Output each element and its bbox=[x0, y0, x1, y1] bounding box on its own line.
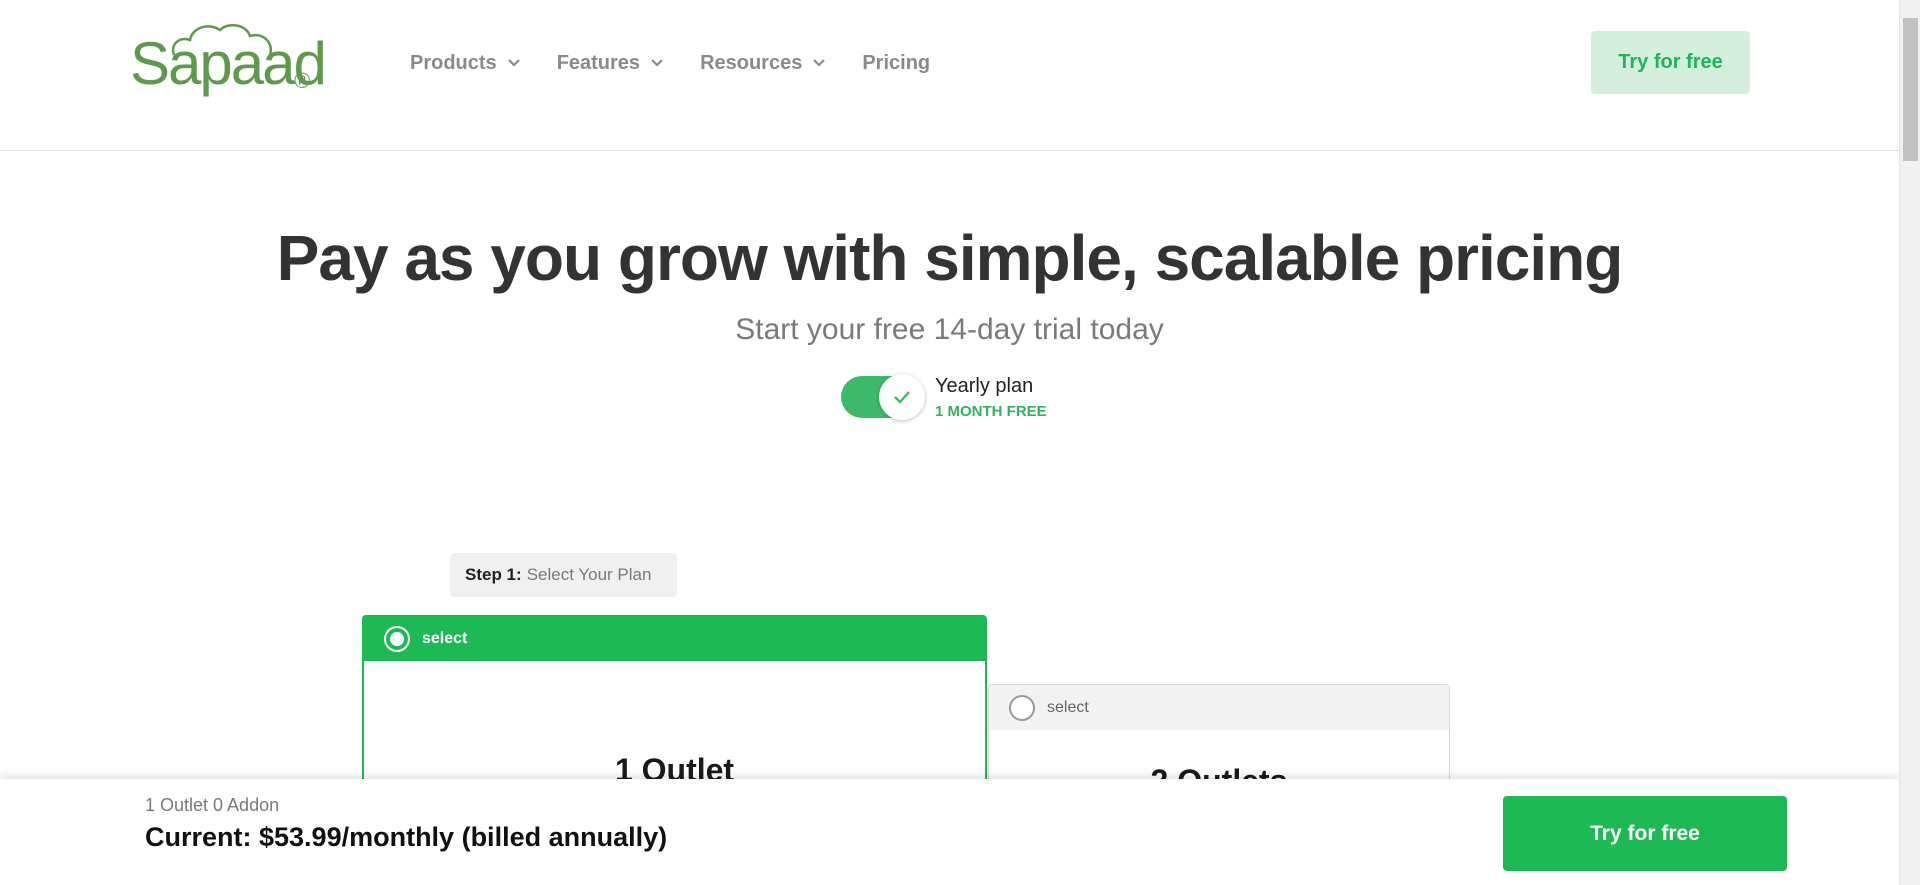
site-header: Sapaad ® Products Features Resources Pri… bbox=[0, 0, 1899, 151]
chevron-down-icon bbox=[651, 59, 663, 67]
page-scrollbar[interactable] bbox=[1899, 0, 1920, 885]
scrollbar-thumb[interactable] bbox=[1903, 18, 1918, 161]
page-title: Pay as you grow with simple, scalable pr… bbox=[276, 222, 1624, 294]
nav-resources[interactable]: Resources bbox=[700, 52, 826, 75]
chevron-down-icon bbox=[813, 59, 826, 67]
nav-pricing[interactable]: Pricing bbox=[862, 52, 930, 75]
step-number: Step 1: bbox=[465, 565, 522, 584]
plan-summary: 1 Outlet 0 Addon bbox=[145, 795, 280, 815]
current-price: Current: $53.99/monthly (billed annually… bbox=[145, 822, 668, 852]
sapaad-logo[interactable]: Sapaad ® bbox=[130, 22, 327, 102]
main-nav: Products Features Resources Pricing bbox=[410, 50, 966, 76]
nav-products[interactable]: Products bbox=[410, 52, 521, 75]
plan-select-header[interactable]: select bbox=[364, 617, 985, 661]
plan-select-label: select bbox=[1047, 698, 1089, 716]
month-free-badge: 1 MONTH FREE bbox=[935, 403, 1047, 420]
chevron-down-icon bbox=[507, 59, 520, 67]
pricing-summary-bar: 1 Outlet 0 Addon Current: $53.99/monthly… bbox=[0, 779, 1899, 885]
header-try-free-button[interactable]: Try for free bbox=[1591, 31, 1750, 94]
billing-toggle-group: Yearly plan 1 MONTH FREE bbox=[841, 373, 1047, 420]
page-subtitle: Start your free 14-day trial today bbox=[735, 313, 1164, 346]
radio-unselected-icon[interactable] bbox=[1009, 694, 1035, 721]
step-text: Select Your Plan bbox=[526, 565, 652, 584]
yearly-plan-label: Yearly plan bbox=[935, 375, 1034, 397]
plan-select-header[interactable]: select bbox=[989, 685, 1449, 730]
nav-resources-label: Resources bbox=[700, 51, 803, 74]
step-label: Step 1: Select Your Plan bbox=[450, 553, 677, 597]
nav-features[interactable]: Features bbox=[557, 52, 664, 75]
yearly-plan-toggle[interactable] bbox=[841, 374, 925, 420]
nav-products-label: Products bbox=[410, 51, 497, 74]
check-icon bbox=[894, 391, 910, 404]
bottom-try-free-button[interactable]: Try for free bbox=[1503, 796, 1787, 871]
toggle-labels: Yearly plan 1 MONTH FREE bbox=[935, 373, 1047, 420]
registered-mark: ® bbox=[294, 68, 311, 93]
plan-select-label: select bbox=[422, 630, 468, 647]
nav-features-label: Features bbox=[556, 51, 641, 74]
radio-selected-icon[interactable] bbox=[384, 626, 410, 652]
toggle-knob bbox=[879, 374, 925, 420]
nav-pricing-label: Pricing bbox=[862, 51, 931, 74]
